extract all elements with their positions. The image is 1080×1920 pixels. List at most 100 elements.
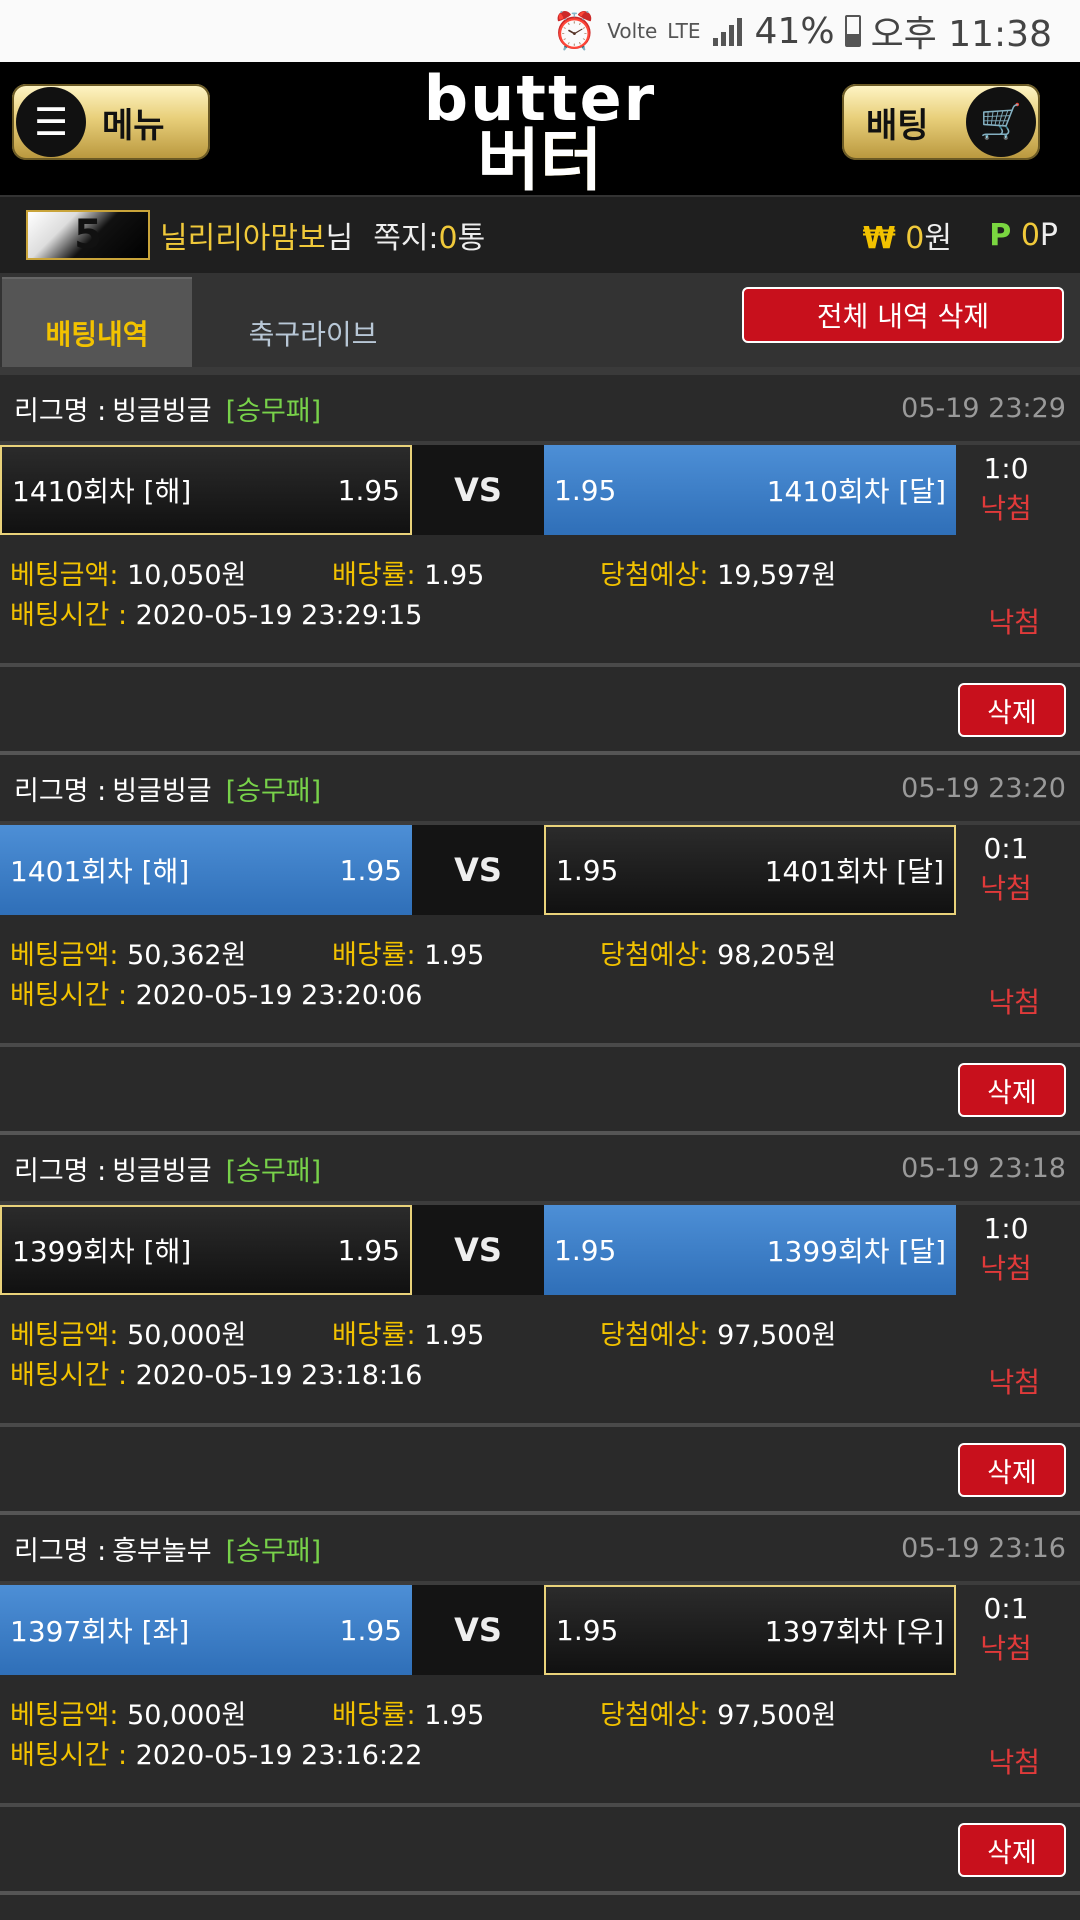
- bet-odds: 배당률: 1.95: [332, 933, 484, 972]
- bet-result: 낙첨: [988, 986, 1040, 1019]
- alarm-icon: ⏰: [552, 11, 598, 52]
- bet-card: 리그명 : 빙글빙글 [승무패] 05-19 23:20 1401회차 [해] …: [0, 755, 1080, 1135]
- network-indicator: LTE: [667, 19, 701, 43]
- expected-win-value: 19,597원: [717, 560, 837, 591]
- tab-betting-history[interactable]: 배팅내역: [2, 277, 192, 367]
- away-team-pick[interactable]: 1.95 1399회차 [달]: [544, 1205, 956, 1295]
- bet-odds-value: 1.95: [424, 1700, 485, 1731]
- home-odds: 1.95: [337, 1233, 400, 1267]
- home-team-pick[interactable]: 1401회차 [해] 1.95: [0, 825, 412, 915]
- away-team-name: 1401회차 [달]: [764, 855, 944, 888]
- menu-button[interactable]: ☰ 메뉴: [12, 84, 210, 160]
- league-time: 05-19 23:20: [901, 772, 1066, 804]
- league-name: 빙글빙글: [112, 775, 212, 807]
- app-logo[interactable]: butter 버터: [420, 68, 660, 196]
- league-row: 리그명 : 빙글빙글 [승무패] 05-19 23:20: [0, 755, 1080, 825]
- messages-unit: 통: [457, 221, 486, 256]
- home-team-name: 1399회차 [해]: [12, 1235, 192, 1268]
- messages-link[interactable]: 쪽지:0통: [373, 213, 485, 257]
- away-team-name: 1399회차 [달]: [766, 1235, 946, 1268]
- score-value: 0:1: [983, 1592, 1029, 1625]
- bet-card: 리그명 : 빙글빙글 [승무패] 05-19 23:18 1399회차 [해] …: [0, 1135, 1080, 1515]
- league-row: 리그명 : 빙글빙글 [승무패] 05-19 23:18: [0, 1135, 1080, 1205]
- expected-win: 당첨예상: 19,597원: [600, 553, 836, 592]
- home-team-pick[interactable]: 1399회차 [해] 1.95: [0, 1205, 412, 1295]
- bet-type: [승무패]: [225, 1535, 322, 1567]
- tab-soccer-live[interactable]: 축구라이브: [218, 277, 408, 367]
- bet-odds: 배당률: 1.95: [332, 553, 484, 592]
- menu-button-label: 메뉴: [102, 105, 165, 146]
- bet-info: 베팅금액: 50,362원 배당률: 1.95 당첨예상: 98,205원 배팅…: [0, 921, 1080, 1047]
- home-team-name: 1397회차 [좌]: [10, 1615, 190, 1648]
- delete-row: 삭제: [0, 1807, 1080, 1891]
- away-odds: 1.95: [554, 1233, 617, 1267]
- home-team-pick[interactable]: 1397회차 [좌] 1.95: [0, 1585, 412, 1675]
- betting-button-label: 배팅: [866, 105, 929, 146]
- delete-all-history-button[interactable]: 전체 내역 삭제: [742, 287, 1064, 343]
- home-team-name: 1410회차 [해]: [12, 475, 192, 508]
- point-balance: P 0P: [989, 218, 1058, 253]
- level-badge: 5: [26, 210, 150, 260]
- away-team-pick[interactable]: 1.95 1410회차 [달]: [544, 445, 956, 535]
- betting-cart-button[interactable]: 배팅 🛒: [842, 84, 1040, 160]
- away-team-pick[interactable]: 1.95 1397회차 [우]: [544, 1585, 956, 1675]
- bet-history-list: 리그명 : 빙글빙글 [승무패] 05-19 23:29 1410회차 [해] …: [0, 375, 1080, 1895]
- bet-result: 낙첨: [988, 1746, 1040, 1779]
- username-honorific: 님: [325, 221, 354, 256]
- user-info-bar: 5 닐리리아맘보 님 쪽지:0통 ₩ 0원 P 0P: [0, 195, 1080, 275]
- bet-time-value: 2020-05-19 23:16:22: [135, 1740, 423, 1771]
- match-result: 낙첨: [980, 1252, 1032, 1285]
- bet-time-label: 배팅시간 :: [10, 600, 128, 631]
- bet-amount: 베팅금액: 50,000원: [10, 1313, 246, 1352]
- bet-amount: 베팅금액: 50,362원: [10, 933, 246, 972]
- away-odds: 1.95: [556, 1613, 619, 1647]
- delete-row: 삭제: [0, 1047, 1080, 1131]
- bet-time-label: 배팅시간 :: [10, 1360, 128, 1391]
- match-score: 0:1 낙첨: [956, 1589, 1056, 1669]
- bet-time-value: 2020-05-19 23:20:06: [135, 980, 423, 1011]
- bet-amount-label: 베팅금액:: [10, 560, 119, 591]
- vs-label: VS: [412, 1205, 544, 1295]
- delete-bet-button[interactable]: 삭제: [958, 1063, 1066, 1117]
- home-odds: 1.95: [339, 1613, 402, 1647]
- bet-odds: 배당률: 1.95: [332, 1313, 484, 1352]
- bet-result: 낙첨: [988, 1366, 1040, 1399]
- expected-win-label: 당첨예상:: [600, 1700, 709, 1731]
- money-balance: ₩ 0원: [863, 213, 952, 257]
- battery-icon: [844, 15, 861, 47]
- bet-info: 베팅금액: 50,000원 배당률: 1.95 당첨예상: 97,500원 배팅…: [0, 1301, 1080, 1427]
- list-menu-icon: ☰: [16, 87, 86, 157]
- delete-row: 삭제: [0, 1427, 1080, 1511]
- expected-win: 당첨예상: 97,500원: [600, 1313, 836, 1352]
- bet-amount-label: 베팅금액:: [10, 1700, 119, 1731]
- username[interactable]: 닐리리아맘보: [160, 213, 326, 257]
- score-value: 1:0: [983, 452, 1029, 485]
- score-value: 0:1: [983, 832, 1029, 865]
- bet-odds-label: 배당률:: [332, 560, 416, 591]
- match-score: 0:1 낙첨: [956, 829, 1056, 909]
- messages-count: 0: [438, 221, 458, 256]
- point-icon: P: [989, 217, 1012, 253]
- logo-korean: 버터: [420, 128, 660, 196]
- status-bar: ⏰ Volte LTE 41% 오후 11:38: [0, 0, 1080, 62]
- bet-amount-value: 50,362원: [127, 940, 247, 971]
- home-team-pick[interactable]: 1410회차 [해] 1.95: [0, 445, 412, 535]
- delete-bet-button[interactable]: 삭제: [958, 683, 1066, 737]
- match-result: 낙첨: [980, 872, 1032, 905]
- match-row: 1397회차 [좌] 1.95 VS 1.95 1397회차 [우] 0:1 낙…: [0, 1585, 1080, 1681]
- bet-time: 배팅시간 : 2020-05-19 23:29:15: [10, 593, 422, 632]
- bet-odds-label: 배당률:: [332, 1320, 416, 1351]
- bet-amount: 베팅금액: 50,000원: [10, 1693, 246, 1732]
- bet-odds-value: 1.95: [424, 940, 485, 971]
- delete-bet-button[interactable]: 삭제: [958, 1823, 1066, 1877]
- bet-odds-label: 배당률:: [332, 1700, 416, 1731]
- match-row: 1399회차 [해] 1.95 VS 1.95 1399회차 [달] 1:0 낙…: [0, 1205, 1080, 1301]
- away-team-pick[interactable]: 1.95 1401회차 [달]: [544, 825, 956, 915]
- home-odds: 1.95: [339, 853, 402, 887]
- vs-label: VS: [412, 1585, 544, 1675]
- bet-amount-label: 베팅금액:: [10, 940, 119, 971]
- delete-bet-button[interactable]: 삭제: [958, 1443, 1066, 1497]
- league-name: 빙글빙글: [112, 1155, 212, 1187]
- away-odds: 1.95: [556, 853, 619, 887]
- bet-time: 배팅시간 : 2020-05-19 23:20:06: [10, 973, 422, 1012]
